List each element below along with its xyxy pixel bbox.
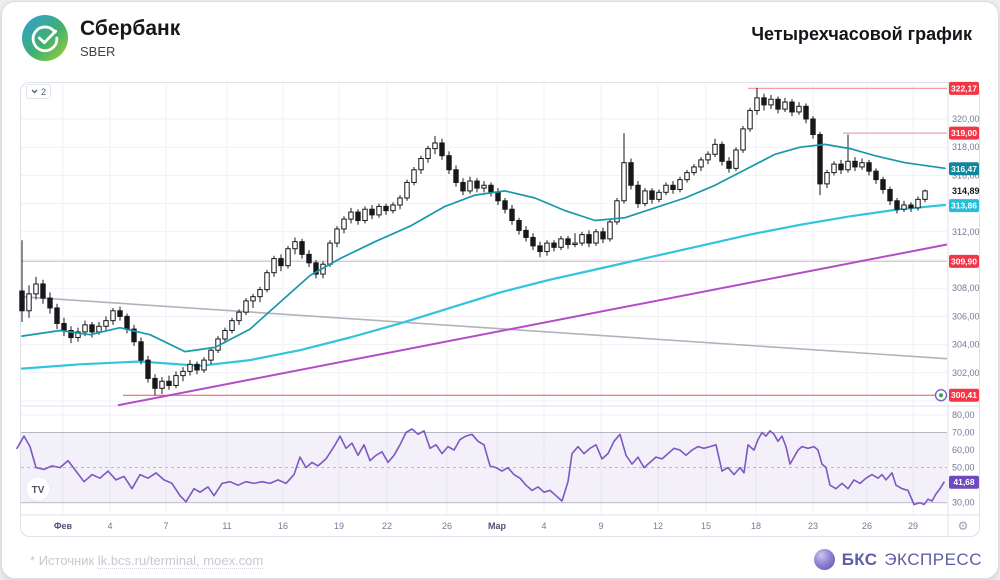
header: Сбербанк SBER <box>22 15 180 61</box>
brand-rest: ЭКСПРЕСС <box>884 549 982 569</box>
svg-text:4: 4 <box>541 521 546 531</box>
ma-slow-line[interactable] <box>20 203 947 370</box>
svg-text:313,86: 313,86 <box>951 201 977 211</box>
svg-text:26: 26 <box>442 521 452 531</box>
screenshot-stage: 320,00 318,00 316,00 312,00 308,00 306,00 304,… <box>0 0 1000 580</box>
svg-text:60,00: 60,00 <box>952 445 975 455</box>
source-note: * Источник lk.bcs.ru/terminal, moex.com <box>30 553 264 569</box>
svg-text:309,90: 309,90 <box>951 256 977 266</box>
axis-settings-gear-icon[interactable]: ⚙ <box>958 519 969 533</box>
svg-text:302,00: 302,00 <box>952 368 980 378</box>
svg-text:26: 26 <box>862 521 872 531</box>
svg-text:19: 19 <box>334 521 344 531</box>
source-label: Источник <box>38 553 95 568</box>
svg-text:300,41: 300,41 <box>951 390 977 400</box>
indicator-count: 2 <box>41 86 47 97</box>
svg-text:12: 12 <box>653 521 663 531</box>
svg-text:70,00: 70,00 <box>952 428 975 438</box>
bcs-express-logo: БКС ЭКСПРЕСС <box>813 549 982 570</box>
svg-text:15: 15 <box>701 521 711 531</box>
svg-text:308,00: 308,00 <box>952 283 980 293</box>
svg-text:312,00: 312,00 <box>952 227 980 237</box>
svg-text:41,68: 41,68 <box>953 477 975 487</box>
svg-text:316,47: 316,47 <box>951 164 977 174</box>
svg-text:30,00: 30,00 <box>952 498 975 508</box>
svg-text:304,00: 304,00 <box>952 340 980 350</box>
timeframe-title: Четырехчасовой график <box>751 24 972 44</box>
ticker-label: SBER <box>80 44 116 60</box>
source-asterisk: * <box>30 553 36 568</box>
svg-text:23: 23 <box>808 521 818 531</box>
page-title: Сбербанк <box>80 16 181 40</box>
candles-layer[interactable] <box>19 87 928 396</box>
svg-text:306,00: 306,00 <box>952 311 980 321</box>
svg-text:18: 18 <box>751 521 761 531</box>
sberbank-logo-icon <box>22 15 68 61</box>
svg-text:314,89: 314,89 <box>952 186 980 196</box>
tradingview-watermark-icon[interactable]: TV <box>25 476 51 502</box>
date-axis-labels[interactable]: Фев 4 7 11 16 19 22 26 Мар 4 9 12 15 18 23 26 29 <box>54 521 918 531</box>
svg-text:16: 16 <box>278 521 288 531</box>
svg-text:319,00: 319,00 <box>951 128 977 138</box>
svg-text:29: 29 <box>908 521 918 531</box>
svg-text:9: 9 <box>598 521 603 531</box>
svg-text:22: 22 <box>382 521 392 531</box>
svg-text:Фев: Фев <box>54 521 73 531</box>
svg-text:4: 4 <box>107 521 112 531</box>
rsi-band <box>21 414 947 504</box>
svg-text:7: 7 <box>163 521 168 531</box>
indicator-count-control[interactable]: 2 <box>26 84 52 99</box>
svg-text:11: 11 <box>222 521 231 531</box>
bcs-orb-icon <box>813 549 835 570</box>
svg-text:320,00: 320,00 <box>952 114 980 124</box>
price-chart-svg[interactable]: 320,00318,00316,00312,00308,00306,00304,… <box>0 0 1000 580</box>
brand-bold: БКС <box>841 549 878 569</box>
svg-text:322,17: 322,17 <box>951 83 977 93</box>
price-marker-icon[interactable] <box>934 389 948 402</box>
svg-text:80,00: 80,00 <box>952 410 975 420</box>
price-gridlines <box>21 118 947 402</box>
source-link[interactable]: lk.bcs.ru/terminal, moex.com <box>97 553 264 569</box>
svg-text:Мар: Мар <box>488 521 507 531</box>
svg-text:50,00: 50,00 <box>952 463 975 473</box>
chevron-down-icon <box>31 89 38 94</box>
svg-text:318,00: 318,00 <box>952 142 980 152</box>
svg-text:TV: TV <box>32 485 45 496</box>
